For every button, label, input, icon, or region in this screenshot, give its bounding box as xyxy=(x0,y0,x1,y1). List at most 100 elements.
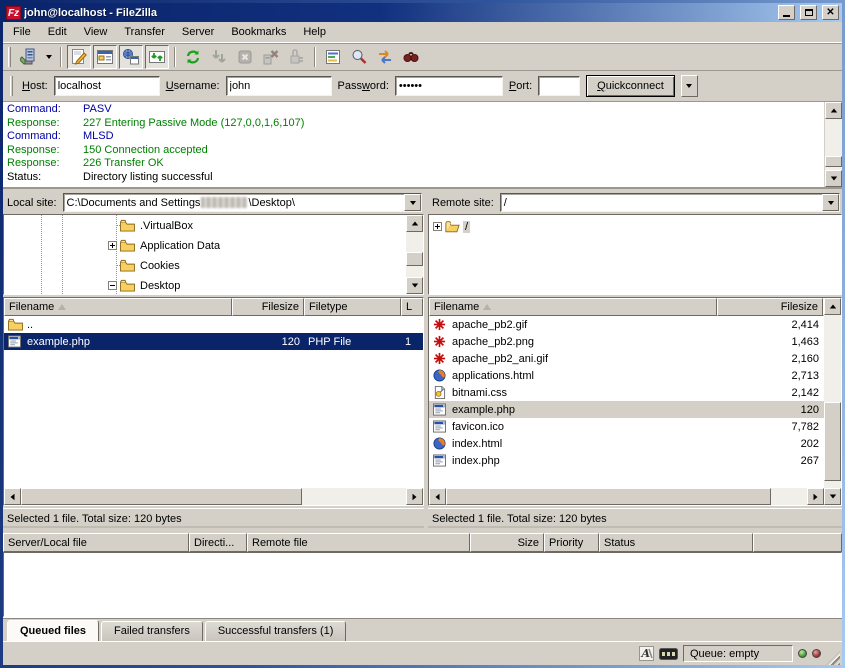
message-log-scrollbar[interactable] xyxy=(825,102,842,187)
file-row-index-html[interactable]: index.html202 xyxy=(429,435,824,452)
local-site-combobox[interactable]: C:\Documents and Settings\Desktop\ xyxy=(63,193,422,212)
scroll-track[interactable] xyxy=(446,488,807,505)
menu-item-server[interactable]: Server xyxy=(174,23,222,41)
local-tree-scrollbar[interactable] xyxy=(406,215,423,294)
queue-column-remote-file[interactable]: Remote file xyxy=(247,533,470,552)
remote-horizontal-scrollbar[interactable] xyxy=(429,488,824,505)
scroll-thumb[interactable] xyxy=(824,402,841,482)
file-row-index-php[interactable]: index.php267 xyxy=(429,452,824,469)
scroll-down-button[interactable] xyxy=(406,277,423,294)
scroll-up-button[interactable] xyxy=(406,215,423,232)
filename-text: index.html xyxy=(452,438,502,450)
username-field[interactable] xyxy=(226,76,332,96)
queue-column-server-local-file[interactable]: Server/Local file xyxy=(3,533,189,552)
tab-successful-transfers-1[interactable]: Successful transfers (1) xyxy=(205,621,347,641)
quickconnect-dropdown-button[interactable] xyxy=(681,75,698,97)
quickconnect-grip[interactable] xyxy=(10,76,13,96)
host-field[interactable] xyxy=(54,76,160,96)
tree-item-application-data[interactable]: Application Data xyxy=(108,237,406,254)
synchronized-browsing-button[interactable] xyxy=(373,45,397,69)
close-button[interactable]: ✕ xyxy=(822,5,839,20)
file-row-apache-pb2-png[interactable]: apache_pb2.png1,463 xyxy=(429,333,824,350)
disconnect-button xyxy=(259,45,283,69)
search-files-button[interactable] xyxy=(399,45,423,69)
menu-item-edit[interactable]: Edit xyxy=(40,23,75,41)
remote-path-dropdown-button[interactable] xyxy=(822,194,839,211)
menu-item-bookmarks[interactable]: Bookmarks xyxy=(223,23,294,41)
toggle-transfer-queue-button[interactable] xyxy=(145,45,169,69)
expand-plus-icon[interactable] xyxy=(108,241,117,250)
scroll-right-button[interactable] xyxy=(807,488,824,505)
queue-column-priority[interactable]: Priority xyxy=(544,533,599,552)
queue-column-status[interactable]: Status xyxy=(599,533,753,552)
site-manager-button[interactable] xyxy=(16,45,40,69)
minimize-button[interactable] xyxy=(778,5,795,20)
tab-failed-transfers[interactable]: Failed transfers xyxy=(101,621,203,641)
menu-item-view[interactable]: View xyxy=(76,23,116,41)
maximize-button[interactable] xyxy=(800,5,817,20)
column-header-filename[interactable]: Filename xyxy=(429,298,717,316)
toolbar-grip[interactable] xyxy=(8,47,11,67)
column-header-filetype[interactable]: Filetype xyxy=(304,298,401,316)
scroll-up-button[interactable] xyxy=(824,298,841,315)
scroll-down-button[interactable] xyxy=(825,170,842,187)
scroll-thumb[interactable] xyxy=(21,488,302,505)
column-header-filename[interactable]: Filename xyxy=(4,298,232,316)
tree-item-desktop[interactable]: Desktop xyxy=(108,277,406,294)
local-path-dropdown-button[interactable] xyxy=(404,194,421,211)
directory-comparison-button[interactable] xyxy=(347,45,371,69)
queue-column-directi[interactable]: Directi... xyxy=(189,533,247,552)
site-manager-dropdown-icon[interactable] xyxy=(42,46,55,68)
scroll-track[interactable] xyxy=(406,232,423,277)
menu-item-help[interactable]: Help xyxy=(295,23,334,41)
tree-item-virtualbox[interactable]: .VirtualBox xyxy=(108,217,406,234)
collapse-minus-icon[interactable] xyxy=(108,281,117,290)
toggle-remote-treeview-button[interactable] xyxy=(119,45,143,69)
tree-item-cookies[interactable]: Cookies xyxy=(108,257,406,274)
column-header-filesize[interactable]: Filesize xyxy=(232,298,304,316)
column-header-l[interactable]: L xyxy=(401,298,423,316)
resize-grip[interactable] xyxy=(826,651,840,665)
local-horizontal-scrollbar[interactable] xyxy=(4,488,423,505)
file-row-[interactable]: .. xyxy=(4,316,423,333)
menu-item-transfer[interactable]: Transfer xyxy=(116,23,173,41)
queue-column-size[interactable]: Size xyxy=(470,533,544,552)
refresh-button[interactable] xyxy=(181,45,205,69)
toggle-local-treeview-button[interactable] xyxy=(93,45,117,69)
scroll-track[interactable] xyxy=(824,315,841,488)
file-row-example-php[interactable]: example.php120 xyxy=(429,401,824,418)
scroll-track[interactable] xyxy=(825,119,842,170)
port-field[interactable] xyxy=(538,76,580,96)
file-row-apache-pb2-gif[interactable]: apache_pb2.gif2,414 xyxy=(429,316,824,333)
filename-text: favicon.ico xyxy=(452,421,504,433)
scroll-track[interactable] xyxy=(21,488,406,505)
file-row-bitnami-css[interactable]: bitnami.css2,142 xyxy=(429,384,824,401)
file-row-favicon-ico[interactable]: favicon.ico7,782 xyxy=(429,418,824,435)
scroll-up-button[interactable] xyxy=(825,102,842,119)
scroll-right-button[interactable] xyxy=(406,488,423,505)
filter-button[interactable] xyxy=(321,45,345,69)
tab-queued-files[interactable]: Queued files xyxy=(7,620,99,641)
remote-directory-tree[interactable]: / xyxy=(429,215,841,294)
queue-list[interactable] xyxy=(3,552,842,617)
scroll-thumb[interactable] xyxy=(446,488,771,505)
scroll-left-button[interactable] xyxy=(429,488,446,505)
scroll-thumb[interactable] xyxy=(406,252,423,266)
password-field[interactable] xyxy=(395,76,503,96)
expand-plus-icon[interactable] xyxy=(433,222,442,231)
triangle-left-icon xyxy=(436,493,440,499)
quickconnect-button[interactable]: Quickconnect xyxy=(586,75,675,97)
toggle-message-log-button[interactable] xyxy=(67,45,91,69)
file-row-example-php[interactable]: example.php120PHP File1 xyxy=(4,333,423,350)
scroll-down-button[interactable] xyxy=(824,488,841,505)
file-row-apache-pb2-ani-gif[interactable]: apache_pb2_ani.gif2,160 xyxy=(429,350,824,367)
column-header-filesize[interactable]: Filesize xyxy=(717,298,823,316)
remote-site-combobox[interactable]: / xyxy=(500,193,840,212)
remote-list-scrollbar[interactable] xyxy=(824,298,841,505)
tree-item-root[interactable]: / xyxy=(433,218,470,235)
menu-item-file[interactable]: File xyxy=(5,23,39,41)
file-row-applications-html[interactable]: applications.html2,713 xyxy=(429,367,824,384)
scroll-thumb[interactable] xyxy=(825,156,842,167)
scroll-left-button[interactable] xyxy=(4,488,21,505)
local-directory-tree[interactable]: .VirtualBox Application Data Cookies Deskto… xyxy=(4,215,406,294)
